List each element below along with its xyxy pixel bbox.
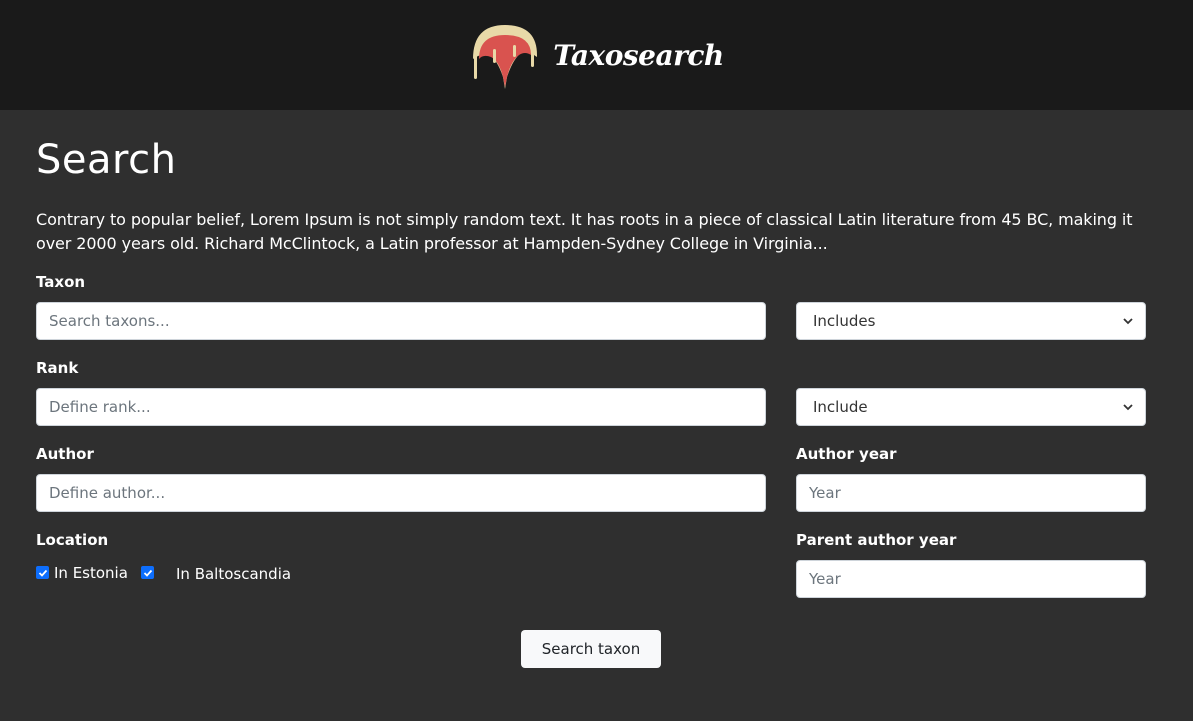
parent-author-year-input[interactable]: Year: [796, 560, 1146, 598]
author-placeholder: Define author...: [49, 484, 166, 502]
chevron-down-icon: [1123, 404, 1133, 411]
author-year-input[interactable]: Year: [796, 474, 1146, 512]
search-taxon-button[interactable]: Search taxon: [521, 630, 661, 668]
rank-mode-select[interactable]: Include: [796, 388, 1146, 426]
in-baltoscandia-label: In Baltoscandia: [176, 565, 292, 583]
in-estonia-label: In Estonia: [54, 564, 128, 582]
taxon-mode-value: Includes: [813, 312, 876, 330]
taxon-placeholder: Search taxons...: [49, 312, 170, 330]
author-year-placeholder: Year: [809, 484, 841, 502]
mushroom-logo-icon: [473, 25, 538, 89]
site-header: Taxosearch: [0, 0, 1193, 110]
page-description: Contrary to popular belief, Lorem Ipsum …: [36, 210, 1133, 253]
chevron-down-icon: [1123, 318, 1133, 325]
author-year-label: Author year: [796, 445, 897, 463]
check-icon: [38, 569, 47, 577]
taxon-mode-select[interactable]: Includes: [796, 302, 1146, 340]
in-baltoscandia-checkbox[interactable]: [141, 566, 154, 579]
search-page: Search Contrary to popular belief, Lorem…: [0, 136, 1193, 256]
brand-name: Taxosearch: [553, 38, 724, 72]
taxon-search-input[interactable]: Search taxons...: [36, 302, 766, 340]
rank-mode-value: Include: [813, 398, 868, 416]
rank-input[interactable]: Define rank...: [36, 388, 766, 426]
taxon-label: Taxon: [36, 273, 86, 291]
location-label: Location: [36, 531, 109, 549]
author-input[interactable]: Define author...: [36, 474, 766, 512]
parent-author-year-label: Parent author year: [796, 531, 957, 549]
in-estonia-checkbox[interactable]: [36, 566, 49, 579]
parent-author-year-placeholder: Year: [809, 570, 841, 588]
rank-label: Rank: [36, 359, 79, 377]
check-icon: [143, 569, 152, 577]
page-title: Search: [36, 137, 177, 183]
author-label: Author: [36, 445, 94, 463]
rank-placeholder: Define rank...: [49, 398, 151, 416]
